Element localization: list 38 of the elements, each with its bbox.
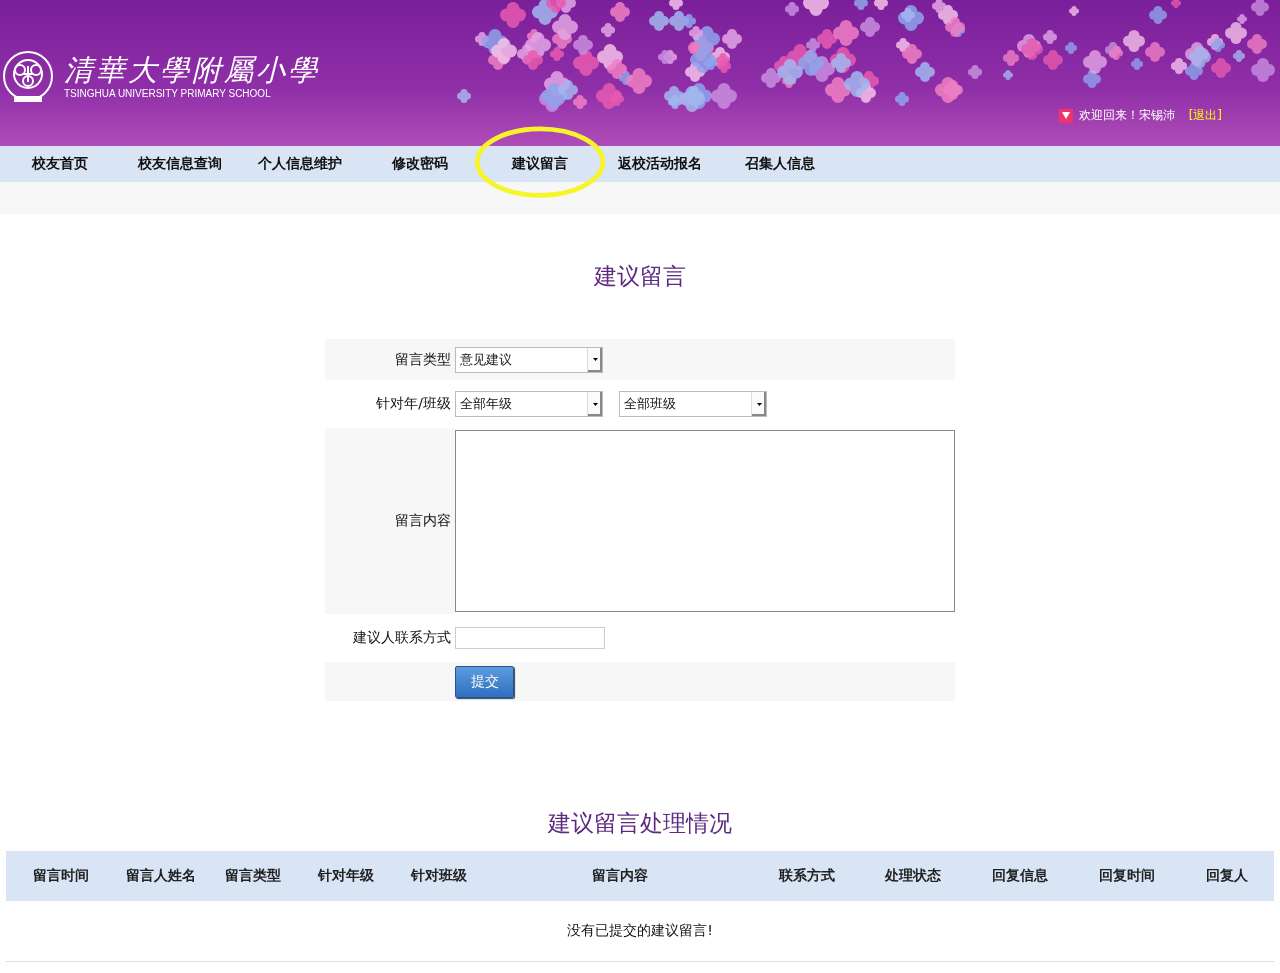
logout-link[interactable]: [退出] — [1188, 107, 1222, 124]
school-name-english: TSINGHUA UNIVERSITY PRIMARY SCHOOL — [64, 88, 272, 100]
nav-link[interactable]: 修改密码 — [360, 146, 480, 182]
column-header: 留言类型 — [224, 867, 282, 885]
column-header: 处理状态 — [884, 867, 942, 885]
column-header: 留言内容 — [591, 867, 649, 885]
column-header: 回复信息 — [991, 867, 1049, 885]
contact-input[interactable] — [455, 627, 605, 649]
column-header: 回复时间 — [1098, 867, 1156, 885]
results-title: 建议留言处理情况 — [547, 809, 733, 838]
column-header: 针对班级 — [409, 867, 468, 885]
column-header: 联系方式 — [777, 867, 836, 885]
field-label: 针对年/班级 — [375, 395, 452, 413]
nav-link[interactable]: 校友信息查询 — [120, 146, 240, 182]
grade-select[interactable]: 全部年级 — [455, 391, 603, 417]
column-header: 回复人 — [1205, 867, 1249, 885]
empty-message: 没有已提交的建议留言! — [567, 922, 713, 940]
form-title: 建议留言 — [593, 262, 687, 291]
message-textarea[interactable] — [455, 430, 955, 612]
dropdown-arrow-icon — [592, 358, 598, 361]
field-label: 建议人联系方式 — [352, 629, 452, 647]
field-label: 留言类型 — [394, 350, 452, 369]
nav-link[interactable]: 召集人信息 — [720, 146, 840, 182]
nav-link[interactable]: 校友首页 — [0, 146, 120, 182]
nav-link[interactable]: 个人信息维护 — [240, 146, 360, 182]
school-emblem-icon — [2, 50, 54, 104]
welcome-text: 欢迎回来！宋锡沛 — [1078, 107, 1175, 124]
message-type-select[interactable]: 意见建议 — [455, 346, 603, 373]
column-header: 针对年级 — [316, 867, 375, 885]
field-label: 留言内容 — [394, 512, 452, 530]
dropdown-arrow-icon — [756, 402, 762, 406]
class-select[interactable]: 全部班级 — [619, 391, 767, 417]
school-name: 清華大學附屬小學 — [64, 54, 320, 86]
submit-button[interactable]: 提交 — [455, 665, 514, 698]
column-header: 留言人姓名 — [125, 867, 197, 885]
column-header: 留言时间 — [32, 867, 90, 885]
nav-link[interactable]: 返校活动报名 — [600, 146, 720, 182]
dropdown-arrow-icon — [592, 402, 598, 406]
